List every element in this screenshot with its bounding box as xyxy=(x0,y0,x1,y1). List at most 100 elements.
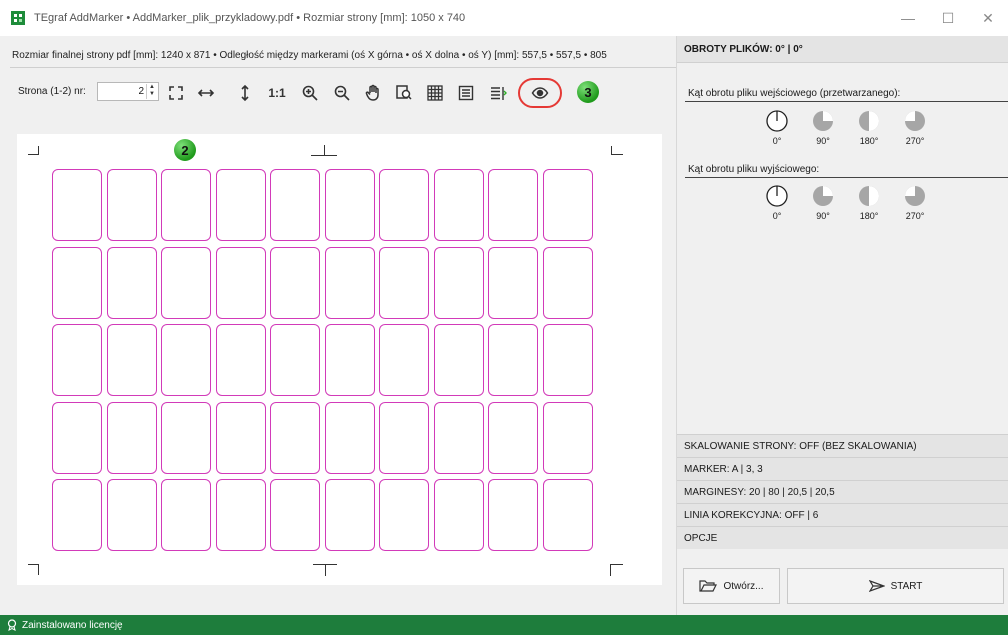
rotation-90-icon xyxy=(813,111,833,131)
label-cell xyxy=(542,246,593,319)
close-button[interactable]: ✕ xyxy=(968,0,1008,36)
label-cell xyxy=(324,246,375,319)
label-cell xyxy=(433,324,484,396)
angle-label: 0° xyxy=(772,211,782,221)
label-cell xyxy=(52,246,102,319)
label-cell xyxy=(270,246,320,319)
output-rotation-90[interactable]: 90° xyxy=(807,184,839,221)
grid-icon[interactable] xyxy=(424,82,446,104)
label-cell xyxy=(270,169,320,241)
section-scaling[interactable]: SKALOWANIE STRONY: OFF (BEZ SKALOWANIA) xyxy=(677,434,1008,457)
label-cell xyxy=(52,169,102,241)
label-cell xyxy=(324,401,375,474)
start-button[interactable]: START xyxy=(787,568,1004,604)
crop-mark xyxy=(311,155,337,156)
label-cell xyxy=(542,479,593,551)
section-options[interactable]: OPCJE xyxy=(677,526,1008,549)
minimize-button[interactable]: — xyxy=(888,0,928,36)
section-marker[interactable]: MARKER: A | 3, 3 xyxy=(677,457,1008,480)
output-rotation-180[interactable]: 180° xyxy=(853,184,885,221)
label-cell xyxy=(324,324,375,396)
crop-mark xyxy=(38,564,39,575)
angle-label: 270° xyxy=(905,211,925,221)
hand-icon[interactable] xyxy=(362,82,384,104)
window-title: TEgraf AddMarker • AddMarker_plik_przykl… xyxy=(34,12,466,24)
lines-icon[interactable] xyxy=(455,82,477,104)
output-rotation-options: 0° 90° 180° 270° xyxy=(761,184,931,221)
maximize-button[interactable]: ☐ xyxy=(928,0,968,36)
label-cell xyxy=(106,479,157,551)
zoom-out-icon[interactable] xyxy=(331,82,353,104)
actual-size-icon[interactable]: 1:1 xyxy=(266,82,288,104)
input-rotation-90[interactable]: 90° xyxy=(807,109,839,146)
fit-page-icon[interactable] xyxy=(165,82,187,104)
label-cell xyxy=(542,401,593,474)
rotation-180-icon xyxy=(859,111,879,131)
rotation-270-icon xyxy=(905,186,925,206)
fit-height-icon[interactable] xyxy=(234,82,256,104)
highlight-ring xyxy=(518,78,562,108)
label-cell xyxy=(106,169,157,241)
zoom-in-icon[interactable] xyxy=(299,82,321,104)
label-cell xyxy=(215,324,266,396)
label-cell xyxy=(106,246,157,319)
zoom-area-icon[interactable] xyxy=(393,82,415,104)
label-cell xyxy=(161,246,211,319)
section-correction-line[interactable]: LINIA KOREKCYJNA: OFF | 6 xyxy=(677,503,1008,526)
label-cell xyxy=(215,169,266,241)
label-cell xyxy=(324,169,375,241)
step-badge: 3 xyxy=(577,81,599,103)
rotation-90-icon xyxy=(813,186,833,206)
crop-mark xyxy=(611,154,623,155)
label-cell xyxy=(270,479,320,551)
label-cell xyxy=(161,169,211,241)
rotation-0-icon xyxy=(766,185,788,207)
output-rotation-0[interactable]: 0° xyxy=(761,184,793,221)
text-lines-icon[interactable] xyxy=(487,82,509,104)
divider xyxy=(10,67,676,68)
label-cell xyxy=(106,401,157,474)
settings-pane: OBROTY PLIKÓW: 0° | 0° Kąt obrotu pliku … xyxy=(676,36,1008,615)
label-cell xyxy=(542,169,593,241)
page-number-input[interactable]: 2 ▲ ▼ xyxy=(97,82,159,101)
crop-mark xyxy=(38,146,39,155)
license-icon xyxy=(7,619,17,631)
rotation-header[interactable]: OBROTY PLIKÓW: 0° | 0° xyxy=(677,36,1008,63)
label-cell xyxy=(488,169,538,241)
label-cell xyxy=(270,401,320,474)
page-info-line: Rozmiar finalnej strony pdf [mm]: 1240 x… xyxy=(12,50,607,61)
page-spinner[interactable]: ▲ ▼ xyxy=(146,84,157,99)
input-rotation-label: Kąt obrotu pliku wejściowego (przetwarza… xyxy=(688,88,901,99)
input-rotation-180[interactable]: 180° xyxy=(853,109,885,146)
open-button-label: Otwórz... xyxy=(723,580,764,592)
input-rotation-0[interactable]: 0° xyxy=(761,109,793,146)
label-cell xyxy=(488,246,538,319)
label-cell xyxy=(161,401,211,474)
label-cell xyxy=(488,479,538,551)
label-cell xyxy=(379,246,429,319)
label-cell xyxy=(215,246,266,319)
angle-label: 180° xyxy=(859,211,879,221)
rotation-270-icon xyxy=(905,111,925,131)
output-rotation-label: Kąt obrotu pliku wyjściowego: xyxy=(688,164,820,175)
open-button[interactable]: Otwórz... xyxy=(683,568,780,604)
section-margins[interactable]: MARGINESY: 20 | 80 | 20,5 | 20,5 xyxy=(677,480,1008,503)
input-rotation-270[interactable]: 270° xyxy=(899,109,931,146)
label-cell xyxy=(52,479,102,551)
label-cell xyxy=(542,324,593,396)
crop-mark xyxy=(324,145,325,155)
fit-width-icon[interactable] xyxy=(195,82,217,104)
label-cell xyxy=(270,324,320,396)
label-cell xyxy=(215,401,266,474)
label-cell xyxy=(488,401,538,474)
angle-label: 90° xyxy=(816,136,830,146)
label-cell xyxy=(488,324,538,396)
label-cell xyxy=(379,401,429,474)
status-bar: Zainstalowano licencję xyxy=(0,615,1008,635)
label-cell xyxy=(106,324,157,396)
crop-mark xyxy=(610,564,611,576)
page-preview-canvas[interactable]: 2 xyxy=(17,134,662,585)
output-rotation-270[interactable]: 270° xyxy=(899,184,931,221)
rotation-0-icon xyxy=(766,110,788,132)
folder-icon xyxy=(699,580,718,592)
